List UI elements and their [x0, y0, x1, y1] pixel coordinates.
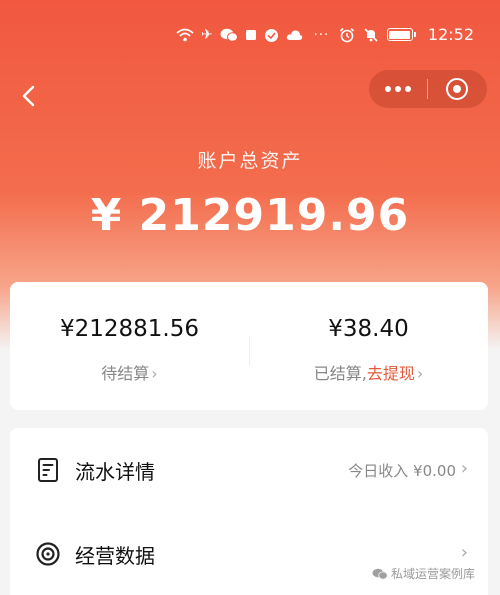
- chevron-right-icon: ›: [416, 364, 424, 383]
- total-assets-amount: ¥ 212919.96: [90, 190, 410, 241]
- total-assets-label: 账户总资产: [197, 150, 303, 172]
- watermark: 私域运营案例库: [372, 565, 475, 582]
- wechat-icon: [220, 28, 238, 42]
- more-dots-icon: ···: [313, 27, 330, 43]
- more-dot: [405, 86, 411, 92]
- settled-amount: ¥38.40: [328, 316, 409, 342]
- pending-label-row: 待结算 ›: [10, 360, 249, 384]
- wechat-icon: [372, 568, 388, 579]
- status-icons-left: ✈ ···: [176, 26, 329, 44]
- battery-tip: [413, 32, 416, 37]
- settled-balance: ¥38.40 已结算,去提现 ›: [249, 282, 488, 410]
- menu-item-value: 今日收入 ¥0.00: [348, 462, 456, 480]
- watermark-text: 私域运营案例库: [391, 567, 476, 581]
- menu-item-business-data[interactable]: 经营数据 ›: [10, 512, 488, 595]
- settled-label: 已结算,: [313, 364, 367, 383]
- menu-item-transactions[interactable]: 流水详情 今日收入 ¥0.00 ›: [10, 428, 488, 512]
- withdraw-link[interactable]: 去提现: [367, 364, 415, 383]
- menu-item-label: 流水详情: [75, 460, 155, 484]
- chevron-right-icon: ›: [460, 542, 468, 563]
- close-button[interactable]: [428, 70, 486, 108]
- more-dot: [385, 86, 391, 92]
- status-time: 12:52: [427, 25, 474, 44]
- alarm-icon: [339, 27, 354, 42]
- pending-amount: ¥212881.56: [59, 316, 199, 342]
- battery-icon: [386, 28, 413, 41]
- document-icon: [38, 458, 58, 482]
- status-icons-right: 12:52: [339, 25, 474, 44]
- more-dot: [395, 86, 401, 92]
- settled-label-row: 已结算,去提现 ›: [249, 360, 488, 384]
- pending-settlement[interactable]: ¥212881.56 待结算 ›: [10, 282, 249, 410]
- pending-label: 待结算: [101, 364, 150, 383]
- chevron-right-icon: ›: [460, 458, 468, 479]
- target-icon: [36, 542, 60, 566]
- airplane-icon: ✈: [201, 27, 213, 43]
- wifi-icon: [176, 28, 194, 42]
- notification-icon: [245, 30, 256, 40]
- chevron-right-icon: ›: [151, 364, 158, 383]
- balance-card: ¥212881.56 待结算 › ¥38.40 已结算,去提现 ›: [10, 282, 488, 410]
- mute-icon: [364, 27, 378, 42]
- status-bar: ✈ ··· 12:52: [0, 22, 500, 52]
- menu-item-label: 经营数据: [75, 544, 155, 568]
- more-button[interactable]: [369, 70, 427, 108]
- mini-program-capsule: [369, 70, 487, 108]
- app-icon: [264, 28, 278, 42]
- back-button[interactable]: [16, 82, 44, 110]
- target-icon: [446, 78, 468, 100]
- cloud-icon: [286, 30, 302, 40]
